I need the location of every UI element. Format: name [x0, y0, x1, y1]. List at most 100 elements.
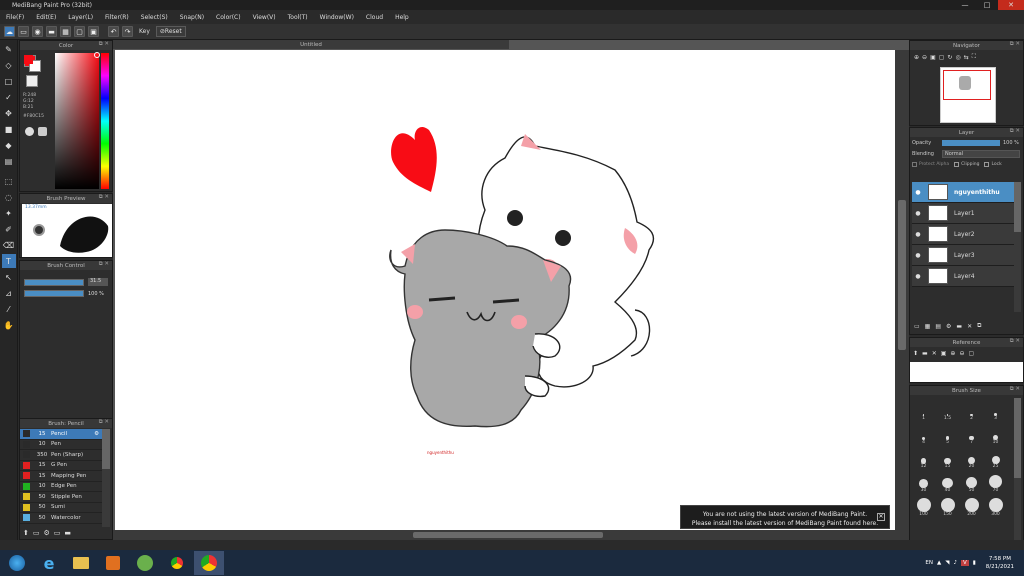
brush-size-preset[interactable]: 4	[912, 422, 935, 445]
brush-settings-icon[interactable]: ⚙	[44, 529, 50, 537]
select-pen-icon[interactable]: ✐	[2, 222, 16, 236]
brush-size-preset[interactable]: 3	[984, 398, 1007, 421]
actual-size-icon[interactable]: ▢	[939, 54, 945, 61]
vertical-scrollbar[interactable]	[895, 50, 909, 530]
new-halftone-layer-icon[interactable]: ▦	[925, 323, 931, 330]
layer-scrollbar[interactable]	[1014, 182, 1021, 312]
menu-help[interactable]: Help	[389, 14, 415, 21]
brush-size-preset[interactable]: 15	[936, 446, 959, 469]
new-file-icon[interactable]: ▭	[18, 26, 29, 37]
brush-size-preset[interactable]: 40	[936, 470, 959, 493]
rotate-icon[interactable]: ↻	[947, 54, 952, 61]
brush-list-scrollbar[interactable]	[102, 429, 110, 527]
clipping-checkbox[interactable]	[954, 162, 960, 167]
panel-close-icon[interactable]: ⧉ ✕	[99, 261, 109, 268]
update-notice[interactable]: You are not using the latest version of …	[680, 505, 890, 529]
menu-layer[interactable]: Layer(L)	[62, 14, 99, 21]
brush-size-preset[interactable]: 25	[984, 446, 1007, 469]
brush-item[interactable]: 10 Edge Pen	[20, 482, 102, 492]
fill-rect-icon[interactable]: ■	[2, 122, 16, 136]
redo-icon[interactable]: ↷	[122, 26, 133, 37]
zoom-in-icon[interactable]: ⊕	[914, 54, 919, 61]
panel-close-icon[interactable]: ⧉ ✕	[1010, 41, 1020, 48]
brush-add-icon[interactable]: ⬆	[23, 529, 29, 537]
clock[interactable]: 7:58 PM 8/21/2021	[980, 555, 1020, 571]
gradient-tool-icon[interactable]: ▤	[2, 154, 16, 168]
palette-icon[interactable]	[25, 127, 34, 136]
duplicate-layer-icon[interactable]: ⧉	[977, 322, 981, 330]
menu-color[interactable]: Color(C)	[210, 14, 247, 21]
pen-tool-icon[interactable]: ✎	[2, 42, 16, 56]
ie-icon[interactable]: e	[34, 551, 64, 575]
palette-settings-icon[interactable]	[38, 127, 47, 136]
menu-tool[interactable]: Tool(T)	[282, 14, 314, 21]
hand-tool-icon[interactable]: ✋	[2, 318, 16, 332]
layer-row[interactable]: ● Layer4	[912, 266, 1014, 287]
brush-size-preset[interactable]: 50	[960, 470, 983, 493]
brush-folder-icon[interactable]: ▬	[64, 529, 71, 537]
fit-icon[interactable]: ▣	[930, 54, 936, 61]
protect-alpha-checkbox[interactable]	[912, 162, 917, 167]
brush-size-preset[interactable]: 70	[984, 470, 1007, 493]
ref-open-icon[interactable]: ▬	[922, 350, 928, 357]
menu-filter[interactable]: Filter(R)	[99, 14, 135, 21]
ref-zoom-out-icon[interactable]: ⊖	[959, 350, 964, 357]
brush-item[interactable]: 15 G Pen	[20, 461, 102, 471]
navigator-thumbnail[interactable]	[940, 67, 996, 123]
lock-checkbox[interactable]	[984, 162, 990, 167]
brush-settings-gear-icon[interactable]: ⚙	[94, 431, 99, 437]
ref-paint-icon[interactable]: ⬆	[913, 350, 918, 357]
brush-size-preset[interactable]: 10	[984, 422, 1007, 445]
brush-item[interactable]: 350 Pen (Sharp)	[20, 450, 102, 461]
select-check-icon[interactable]: ✓	[2, 90, 16, 104]
cloud-icon[interactable]: ☁	[4, 26, 15, 37]
layer-folder-icon[interactable]: ▬	[956, 323, 962, 330]
brush-size-preset[interactable]: 7	[960, 422, 983, 445]
volume-icon[interactable]: ♪	[953, 560, 957, 566]
layer-row[interactable]: ● Layer1	[912, 203, 1014, 224]
select-eraser-icon[interactable]: ⌫	[2, 238, 16, 252]
layer-settings-icon[interactable]: ⚙	[946, 323, 951, 330]
brush-new-icon[interactable]: ▭	[33, 529, 40, 537]
menu-cloud[interactable]: Cloud	[360, 14, 389, 21]
brush-item[interactable]: 15 Mapping Pen	[20, 471, 102, 482]
menu-window[interactable]: Window(W)	[314, 14, 360, 21]
layer-opacity-slider[interactable]	[942, 140, 1000, 146]
brush-size-scrollbar[interactable]	[1014, 398, 1021, 543]
chrome-icon[interactable]	[162, 551, 192, 575]
layer-row[interactable]: ● Layer3	[912, 245, 1014, 266]
visibility-eye-icon[interactable]: ●	[912, 189, 924, 196]
notice-close-icon[interactable]: ✕	[877, 513, 885, 521]
brush-size-preset[interactable]: 20	[960, 446, 983, 469]
flip-icon[interactable]: ⇆	[964, 54, 969, 61]
brush-size-slider[interactable]	[24, 278, 84, 286]
fullscreen-icon[interactable]: ⛶	[972, 53, 976, 61]
divide-tool-icon[interactable]: ⊿	[2, 286, 16, 300]
panel-close-icon[interactable]: ⧉ ✕	[1010, 386, 1020, 393]
move-tool-icon[interactable]: ✥	[2, 106, 16, 120]
select-rect-icon[interactable]: ⬚	[2, 174, 16, 188]
brush-size-preset[interactable]: 1	[912, 398, 935, 421]
eyedropper-icon[interactable]: ⁄	[2, 302, 16, 316]
menu-select[interactable]: Select(S)	[135, 14, 174, 21]
color-saturation-field[interactable]	[55, 53, 99, 189]
brush-item[interactable]: 15 Pencil ⚙	[20, 429, 102, 440]
lasso-tool-icon[interactable]: ◌	[2, 190, 16, 204]
reference-view[interactable]	[910, 362, 1023, 382]
brush-size-value[interactable]: 31.5	[88, 278, 108, 286]
brush-size-preset[interactable]: 100	[912, 494, 935, 517]
brush-size-preset[interactable]: 30	[912, 470, 935, 493]
minimize-button[interactable]: —	[954, 0, 976, 10]
brush-size-preset[interactable]: 150	[936, 494, 959, 517]
tray-arrow-icon[interactable]: ▲	[937, 560, 941, 566]
panel-close-icon[interactable]: ⧉ ✕	[1010, 128, 1020, 135]
menu-snap[interactable]: Snap(N)	[174, 14, 210, 21]
zoom-out-icon[interactable]: ⊖	[922, 54, 927, 61]
reset-button[interactable]: ⊘ Reset	[155, 26, 186, 37]
brush-item[interactable]: 50 Sumi	[20, 503, 102, 513]
network-icon[interactable]: ◥	[945, 560, 949, 566]
shape-tool-icon[interactable]: □	[2, 74, 16, 88]
layer-row[interactable]: ● Layer2	[912, 224, 1014, 245]
menu-view[interactable]: View(V)	[247, 14, 282, 21]
ruler-icon[interactable]: ▬	[46, 26, 57, 37]
